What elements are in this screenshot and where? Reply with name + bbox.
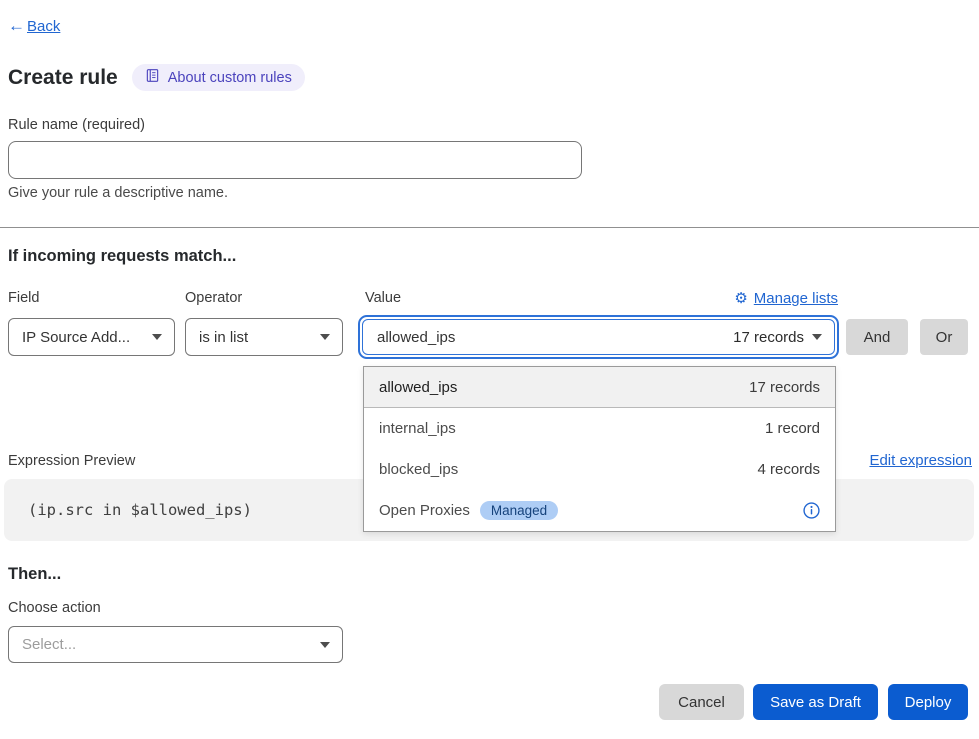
- section-divider: [0, 227, 979, 228]
- back-arrow-icon: ←: [8, 16, 25, 36]
- list-name: Open Proxies: [379, 502, 470, 519]
- page-title: Create rule: [8, 66, 118, 90]
- operator-label: Operator: [185, 290, 242, 306]
- value-label: Value: [365, 290, 401, 306]
- deploy-button[interactable]: Deploy: [888, 684, 968, 720]
- field-label: Field: [8, 290, 39, 306]
- list-item-internal-ips[interactable]: internal_ips 1 record: [364, 408, 835, 449]
- about-custom-rules-link[interactable]: About custom rules: [132, 64, 305, 91]
- choose-action-label: Choose action: [8, 600, 101, 616]
- create-rule-page: ← Back Create rule About custom rules Ru…: [0, 0, 979, 739]
- operator-select-value: is in list: [199, 329, 248, 346]
- then-heading: Then...: [8, 565, 61, 584]
- match-section-heading: If incoming requests match...: [8, 247, 236, 266]
- and-button[interactable]: And: [846, 319, 908, 355]
- info-icon[interactable]: [803, 502, 820, 519]
- list-item-blocked-ips[interactable]: blocked_ips 4 records: [364, 449, 835, 490]
- manage-lists-label[interactable]: Manage lists: [754, 290, 838, 307]
- field-select[interactable]: IP Source Add...: [8, 318, 175, 356]
- expression-code: (ip.src in $allowed_ips): [28, 501, 252, 519]
- back-link[interactable]: ← Back: [8, 16, 60, 36]
- edit-expression-link[interactable]: Edit expression: [869, 452, 972, 469]
- cancel-button[interactable]: Cancel: [659, 684, 744, 720]
- value-select-meta: 17 records: [733, 329, 804, 346]
- save-as-draft-button[interactable]: Save as Draft: [753, 684, 878, 720]
- list-record-count: 17 records: [749, 379, 820, 396]
- back-link-label[interactable]: Back: [27, 18, 60, 35]
- list-item-open-proxies[interactable]: Open Proxies Managed: [364, 490, 835, 531]
- about-custom-rules-label: About custom rules: [168, 70, 292, 86]
- list-record-count: 1 record: [765, 420, 820, 437]
- manage-lists-link[interactable]: ⚙ Manage lists: [734, 289, 838, 307]
- list-record-count: 4 records: [757, 461, 820, 478]
- field-select-value: IP Source Add...: [22, 329, 130, 346]
- rule-name-helper: Give your rule a descriptive name.: [8, 185, 228, 201]
- title-row: Create rule About custom rules: [8, 64, 305, 91]
- gear-icon: ⚙: [734, 289, 747, 307]
- list-name: internal_ips: [379, 420, 456, 437]
- chevron-down-icon: [152, 334, 162, 340]
- rule-name-input[interactable]: [8, 141, 582, 179]
- value-select[interactable]: allowed_ips 17 records: [358, 315, 839, 359]
- or-button[interactable]: Or: [920, 319, 968, 355]
- action-select[interactable]: Select...: [8, 626, 343, 663]
- value-select-selected: allowed_ips: [377, 329, 455, 346]
- book-icon: [145, 68, 160, 87]
- managed-badge: Managed: [480, 501, 558, 520]
- list-name: allowed_ips: [379, 379, 457, 396]
- chevron-down-icon: [812, 334, 822, 340]
- operator-select[interactable]: is in list: [185, 318, 343, 356]
- chevron-down-icon: [320, 642, 330, 648]
- chevron-down-icon: [320, 334, 330, 340]
- value-dropdown-menu: allowed_ips 17 records internal_ips 1 re…: [363, 366, 836, 532]
- action-select-placeholder: Select...: [22, 636, 76, 653]
- list-name: blocked_ips: [379, 461, 458, 478]
- rule-name-label: Rule name (required): [8, 117, 145, 133]
- list-item-allowed-ips[interactable]: allowed_ips 17 records: [364, 367, 835, 408]
- value-select-inner: allowed_ips 17 records: [362, 319, 835, 355]
- expression-preview-label: Expression Preview: [8, 453, 135, 469]
